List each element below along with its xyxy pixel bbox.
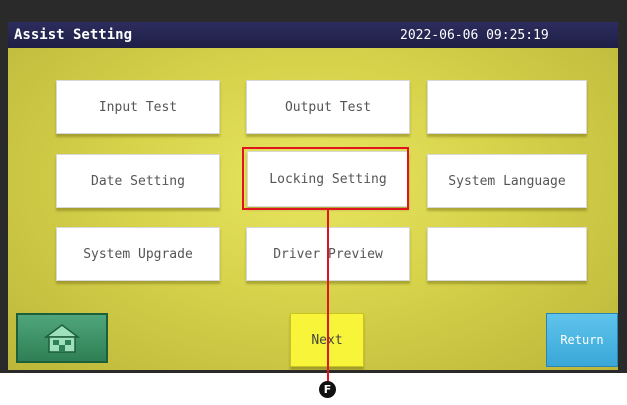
callout-leader-line	[327, 209, 329, 383]
output-test-button[interactable]: Output Test	[246, 80, 410, 134]
empty-button-2[interactable]	[427, 227, 587, 281]
date-setting-button[interactable]: Date Setting	[56, 154, 220, 208]
empty-button-1[interactable]	[427, 80, 587, 134]
datetime-display: 2022-06-06 09:25:19	[400, 28, 549, 43]
title-bar: Assist Setting 2022-06-06 09:25:19	[8, 22, 618, 48]
return-button[interactable]: Return	[546, 313, 618, 367]
input-test-button[interactable]: Input Test	[56, 80, 220, 134]
system-language-button[interactable]: System Language	[427, 154, 587, 208]
system-upgrade-button[interactable]: System Upgrade	[56, 227, 220, 281]
callout-highlight-box	[242, 147, 409, 210]
home-button[interactable]	[16, 313, 108, 363]
home-icon	[43, 324, 81, 353]
page-title: Assist Setting	[14, 27, 133, 43]
callout-marker: F	[319, 381, 336, 398]
